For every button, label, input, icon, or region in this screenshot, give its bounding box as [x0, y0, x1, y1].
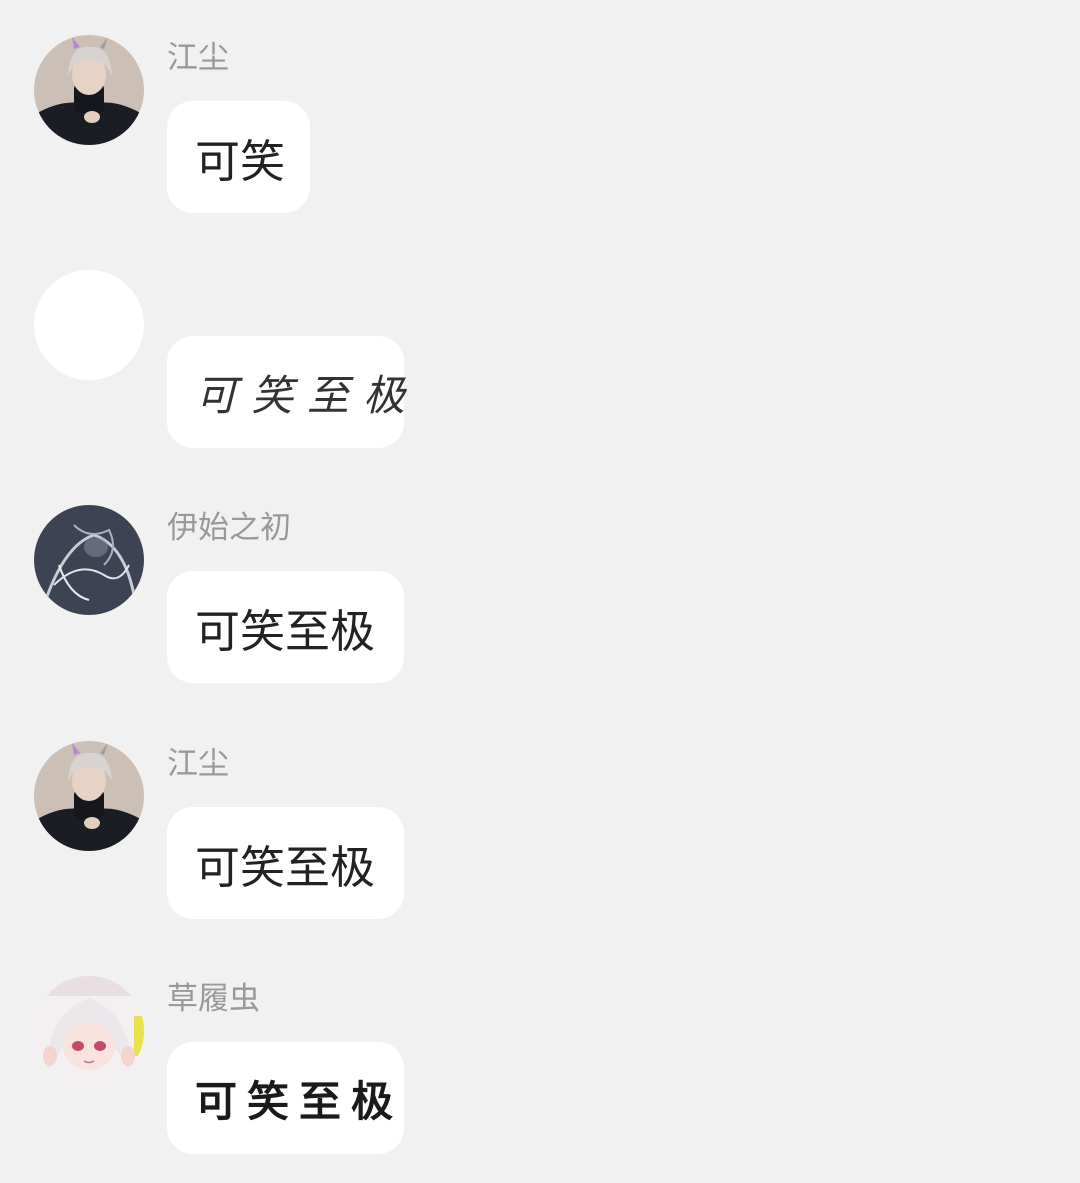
- message-bubble[interactable]: 可笑至极: [167, 1042, 404, 1154]
- sender-name[interactable]: 江尘: [167, 38, 229, 78]
- sender-name[interactable]: 江尘: [167, 744, 229, 784]
- sender-name[interactable]: 伊始之初: [167, 508, 291, 548]
- avatar-blank-icon[interactable]: [34, 270, 144, 380]
- message-bubble[interactable]: 可笑至极: [167, 336, 405, 448]
- avatar-boy-icon[interactable]: [34, 741, 144, 851]
- avatar-girl-icon[interactable]: [34, 976, 144, 1086]
- avatar-boy-icon[interactable]: [34, 35, 144, 145]
- message-bubble[interactable]: 可笑: [167, 101, 310, 213]
- message-bubble[interactable]: 可笑至极: [167, 807, 404, 919]
- message-bubble[interactable]: 可笑至极: [167, 571, 404, 683]
- avatar-sketch-icon[interactable]: [34, 505, 144, 615]
- sender-name[interactable]: 草履虫: [167, 979, 260, 1019]
